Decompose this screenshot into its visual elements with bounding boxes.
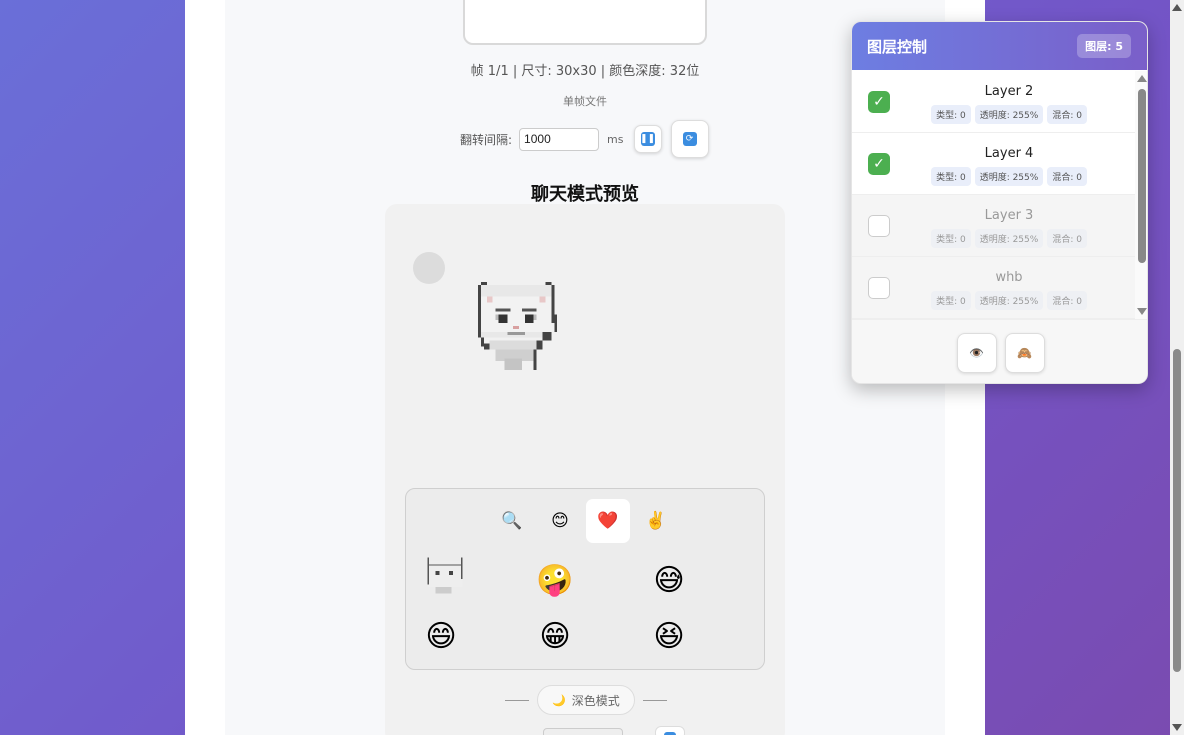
tab-smile[interactable]: 😊 [538,499,582,543]
layer-row[interactable]: whb 类型: 0 透明度: 255% 混合: 0 [852,257,1135,319]
scroll-down-arrow-icon[interactable] [1172,724,1182,731]
pause-icon: ❚❚ [639,132,656,146]
layer-panel: 图层控制 图层: 5 ✓ Layer 2 类型: 0 透明度: 255% 混合:… [851,21,1148,384]
cat-sticker [478,282,558,370]
layer-list-scrollbar[interactable] [1135,71,1147,319]
emoji-item[interactable]: 😅 [649,560,689,600]
refresh-icon: ⟳ [682,132,697,146]
dark-mode-label: 深色模式 [571,693,620,708]
layer-visibility-checkbox[interactable]: ✓ [868,91,890,113]
layer-opacity-tag: 透明度: 255% [974,105,1044,124]
emoji-item[interactable]: 😄 [421,616,461,656]
layer-panel-title: 图层控制 [867,37,928,56]
hide-all-button[interactable]: 🙈 [1004,332,1045,373]
layer-blend-tag: 混合: 0 [1047,105,1087,124]
layer-list: ✓ Layer 2 类型: 0 透明度: 255% 混合: 0 ✓ Layer … [852,71,1135,319]
moon-icon: 🌙 [552,693,566,707]
tab-search[interactable]: 🔍 [490,499,534,543]
layer-opacity-tag: 透明度: 255% [974,167,1044,186]
layer-name: whb [995,270,1023,285]
layer-count-badge: 图层: 5 [1077,34,1131,58]
tab-gesture[interactable]: ✌️ [634,499,678,543]
show-all-button[interactable]: 👁️ [956,332,997,373]
interval-unit: ms [607,132,624,146]
layer-row[interactable]: Layer 3 类型: 0 透明度: 255% 混合: 0 [852,195,1135,257]
tab-heart[interactable]: ❤️ [586,499,630,543]
refresh-button[interactable]: ⟳ [670,120,709,158]
scroll-up-arrow-icon[interactable] [1137,75,1147,82]
layer-type-tag: 类型: 0 [931,291,971,310]
divider [642,699,667,701]
layer-type-tag: 类型: 0 [931,167,971,186]
dark-mode-toggle[interactable]: 🌙 深色模式 [537,685,635,715]
dark-mode-row: 🌙 深色模式 [505,685,667,715]
layer-blend-tag: 混合: 0 [1047,167,1087,186]
interval-label: 翻转间隔: [460,132,513,147]
scroll-thumb[interactable] [1138,89,1146,263]
layer-visibility-checkbox[interactable] [868,277,890,299]
emoji-item[interactable]: 😁 [535,616,575,656]
layer-name: Layer 3 [984,208,1034,223]
layer-panel-footer: 👁️ 🙈 [852,319,1147,383]
emoji-tabs: 🔍 😊 ❤️ ✌️ [490,499,682,543]
file-type-label: 单帧文件 [563,95,607,108]
layer-name: Layer 4 [984,146,1034,161]
interval-controls: 翻转间隔: ms ❚❚ ⟳ [460,120,709,158]
cat-sticker-thumb[interactable] [425,555,465,595]
avatar [413,252,445,284]
scroll-down-arrow-icon[interactable] [1137,308,1147,315]
layer-name: Layer 2 [984,84,1034,99]
window-scrollbar[interactable] [1170,0,1184,735]
layer-visibility-checkbox[interactable] [868,215,890,237]
layer-type-tag: 类型: 0 [931,229,971,248]
layer-visibility-checkbox[interactable]: ✓ [868,153,890,175]
layer-row[interactable]: ✓ Layer 2 类型: 0 透明度: 255% 混合: 0 [852,71,1135,133]
sprite-canvas [463,0,707,45]
message-input[interactable] [543,728,623,735]
frame-info: 帧 1/1 | 尺寸: 30x30 | 颜色深度: 32位 [470,64,700,79]
layer-opacity-tag: 透明度: 255% [974,229,1044,248]
divider [505,699,529,701]
emoji-item[interactable]: 😆 [649,616,689,656]
layer-opacity-tag: 透明度: 255% [974,291,1044,310]
pause-button[interactable]: ❚❚ [633,125,662,153]
layer-row[interactable]: ✓ Layer 4 类型: 0 透明度: 255% 混合: 0 [852,133,1135,195]
layer-type-tag: 类型: 0 [931,105,971,124]
send-button[interactable] [655,726,685,735]
scroll-thumb[interactable] [1173,349,1181,672]
interval-input[interactable] [519,127,600,151]
emoji-item[interactable]: 🤪 [535,560,575,600]
layer-panel-header[interactable]: 图层控制 图层: 5 [852,22,1147,70]
layer-blend-tag: 混合: 0 [1047,229,1087,248]
layer-blend-tag: 混合: 0 [1047,291,1087,310]
scroll-up-arrow-icon[interactable] [1172,4,1182,11]
chat-preview-title: 聊天模式预览 [531,184,639,205]
